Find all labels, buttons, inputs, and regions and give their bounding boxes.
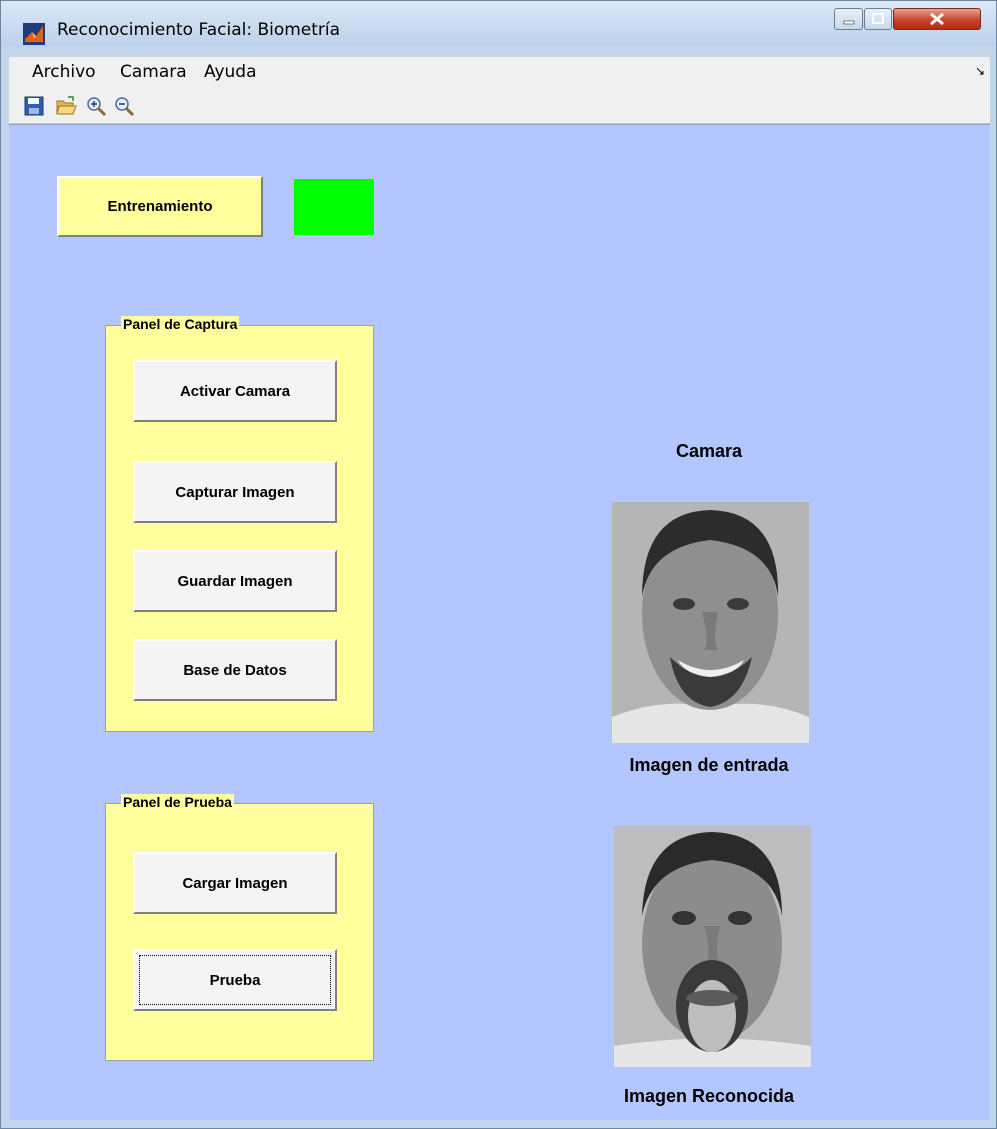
panel-captura-title: Panel de Captura [121,316,240,332]
menu-camara[interactable]: Camara [120,62,187,82]
recognized-face-image [614,826,811,1067]
open-folder-icon[interactable] [55,95,77,117]
panel-prueba-title: Panel de Prueba [121,794,234,810]
prueba-button[interactable]: Prueba [133,949,337,1011]
capturar-imagen-button[interactable]: Capturar Imagen [133,461,337,523]
save-icon[interactable] [23,95,45,117]
recognized-image-label: Imagen Reconocida [623,1086,795,1106]
zoom-in-icon[interactable] [85,95,107,117]
status-indicator [294,179,374,235]
matlab-icon [23,23,45,45]
close-button[interactable] [893,8,981,30]
app-window: Reconocimiento Facial: Biometría Archivo… [0,0,997,1129]
zoom-out-icon[interactable] [113,95,135,117]
cargar-imagen-button[interactable]: Cargar Imagen [133,852,337,914]
guardar-imagen-button[interactable]: Guardar Imagen [133,550,337,612]
maximize-button[interactable] [864,8,892,30]
minimize-icon [843,20,855,25]
base-de-datos-button[interactable]: Base de Datos [133,639,337,701]
panel-prueba: Panel de Prueba Cargar Imagen Prueba [105,794,374,1061]
input-face-image [612,502,809,743]
panel-captura: Panel de Captura Activar Camara Capturar… [105,316,374,732]
close-icon [930,12,944,26]
entrenamiento-button[interactable]: Entrenamiento [57,176,263,237]
camera-label: Camara [675,441,743,461]
input-image-label: Imagen de entrada [629,755,789,775]
figure-canvas: Entrenamiento Panel de Captura Activar C… [9,124,990,1120]
menu-archivo[interactable]: Archivo [32,62,96,82]
toolbar [9,87,990,124]
focus-ring [139,955,331,1005]
minimize-button[interactable] [834,8,863,30]
title-bar: Reconocimiento Facial: Biometría [1,1,996,47]
menu-bar: Archivo Camara Ayuda ↘ [9,57,990,87]
activar-camara-button[interactable]: Activar Camara [133,360,337,422]
maximize-icon [872,13,884,24]
window-title: Reconocimiento Facial: Biometría [57,20,341,40]
menu-ayuda[interactable]: Ayuda [204,62,257,82]
menu-dock-arrow-icon[interactable]: ↘ [975,64,985,78]
